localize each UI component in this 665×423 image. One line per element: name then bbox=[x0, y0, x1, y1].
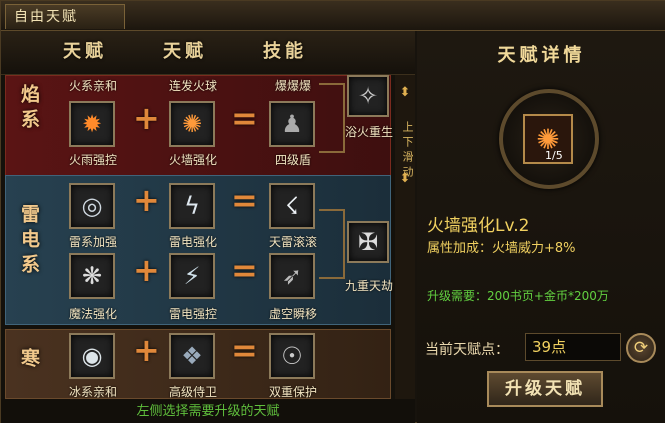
talent-name: 火墙强化Lv.2 bbox=[427, 216, 530, 236]
nine-heaven-skill-slot[interactable]: ✠ bbox=[347, 221, 389, 263]
ice-section-name: 寒 bbox=[18, 348, 40, 373]
emblem-icon: ❖ bbox=[181, 342, 203, 370]
guardian-face-icon: ☉ bbox=[281, 342, 303, 370]
fire-rain-icon: ✹ bbox=[81, 110, 103, 138]
thunder-row2-talent-b[interactable]: 雷电强控 bbox=[153, 305, 233, 322]
fire-row2-talent-a[interactable]: 火雨强控 bbox=[53, 151, 133, 168]
storm-icon: ☇ bbox=[285, 192, 299, 220]
fire-swirl-icon: ✺ bbox=[181, 110, 203, 138]
scroll-up-arrow-icon[interactable]: ⬍ bbox=[397, 85, 413, 101]
equals-icon: = bbox=[231, 251, 258, 289]
talent-window: 自由天赋 天赋 天赋 技能 焰系 火系亲和 连发火球 爆爆爆 ✹ + ✺ = ♟… bbox=[0, 0, 665, 423]
ice-row1-talent-a[interactable]: 冰系亲和 bbox=[53, 383, 133, 400]
senior-guard-talent-slot[interactable]: ❖ bbox=[169, 333, 215, 379]
thunder-strength-talent-slot[interactable]: ϟ bbox=[169, 183, 215, 229]
void-blink-skill-slot[interactable]: ➶ bbox=[269, 253, 315, 299]
fire-row1-talent-a[interactable]: 火系亲和 bbox=[53, 77, 133, 94]
fire-wall-talent-slot[interactable]: ✺ bbox=[169, 101, 215, 147]
refresh-points-button[interactable]: ⟳ bbox=[626, 333, 656, 363]
equals-icon: = bbox=[231, 99, 258, 137]
thunder-row1-talent-a[interactable]: 雷系加强 bbox=[53, 233, 133, 250]
upgrade-requirement: 升级需要：200书页+金币*200万 bbox=[427, 289, 609, 303]
fire-row2-skill[interactable]: 四级盾 bbox=[253, 151, 333, 168]
thunder-row2-skill[interactable]: 虚空瞬移 bbox=[253, 305, 333, 322]
thunder-boost-talent-slot[interactable]: ◎ bbox=[69, 183, 115, 229]
fire-connector bbox=[319, 83, 345, 153]
ice-affinity-talent-slot[interactable]: ◉ bbox=[69, 333, 115, 379]
thunder-row2-talent-a[interactable]: 魔法强化 bbox=[53, 305, 133, 322]
equals-icon: = bbox=[231, 331, 258, 369]
phoenix-icon: ✧ bbox=[357, 82, 379, 110]
plus-icon: + bbox=[133, 181, 160, 219]
talent-points-label: 当前天赋点： bbox=[425, 342, 509, 358]
dash-icon: ➶ bbox=[281, 262, 303, 290]
detail-title: 天赋详情 bbox=[497, 45, 586, 66]
thunder-strike-icon: ⚡ bbox=[183, 262, 201, 290]
double-protect-skill-slot[interactable]: ☉ bbox=[269, 333, 315, 379]
thunder-control-talent-slot[interactable]: ⚡ bbox=[169, 253, 215, 299]
fire-rain-talent-slot[interactable]: ✹ bbox=[69, 101, 115, 147]
burst-icon: ❋ bbox=[81, 262, 103, 290]
talent-points-value: 39点 bbox=[525, 333, 621, 361]
magic-boost-talent-slot[interactable]: ❋ bbox=[69, 253, 115, 299]
fire-row1-talent-b[interactable]: 连发火球 bbox=[153, 77, 233, 94]
silhouette-icon: ♟ bbox=[281, 110, 303, 138]
window-title-tab[interactable]: 自由天赋 bbox=[5, 4, 125, 29]
column-header-skill: 技能 bbox=[263, 41, 307, 62]
ice-row1-talent-b[interactable]: 高级侍卫 bbox=[153, 383, 233, 400]
scroll-down-arrow-icon[interactable]: ⬍ bbox=[397, 171, 413, 187]
frost-ring-icon: ◉ bbox=[81, 342, 103, 370]
thunder-section-name: 雷电系 bbox=[18, 204, 40, 279]
plus-icon: + bbox=[133, 251, 160, 289]
ice-row1-skill[interactable]: 双重保护 bbox=[253, 383, 333, 400]
vortex-icon: ◎ bbox=[81, 192, 103, 220]
thunder-row1-talent-b[interactable]: 雷电强化 bbox=[153, 233, 233, 250]
footer-hint: 左侧选择需要升级的天赋 bbox=[1, 399, 415, 423]
talent-attribute: 属性加成：火墙威力+8% bbox=[427, 241, 576, 256]
thunder-roll-skill-slot[interactable]: ☇ bbox=[269, 183, 315, 229]
talent-level-tag: 1/5 bbox=[545, 149, 563, 162]
equals-icon: = bbox=[231, 181, 258, 219]
refresh-icon: ⟳ bbox=[633, 338, 649, 358]
title-bar: 自由天赋 bbox=[1, 1, 665, 31]
column-header-talent-2: 天赋 bbox=[163, 41, 207, 62]
lightning-icon: ϟ bbox=[184, 192, 200, 220]
talent-detail-panel: 天赋详情 ✺ 1/5 火墙强化Lv.2 属性加成：火墙威力+8% 升级需要：20… bbox=[417, 31, 665, 423]
upgrade-talent-button[interactable]: 升级天赋 bbox=[487, 371, 603, 407]
rune-icon: ✠ bbox=[357, 228, 379, 256]
column-header-talent-1: 天赋 bbox=[63, 41, 107, 62]
thunder-connector bbox=[319, 209, 345, 279]
talent-tree-panel: 天赋 天赋 技能 焰系 火系亲和 连发火球 爆爆爆 ✹ + ✺ = ♟ 火雨强控… bbox=[1, 31, 415, 423]
plus-icon: + bbox=[133, 331, 160, 369]
plus-icon: + bbox=[133, 99, 160, 137]
fire-row2-talent-b[interactable]: 火墙强化 bbox=[153, 151, 233, 168]
shield-skill-slot[interactable]: ♟ bbox=[269, 101, 315, 147]
phoenix-skill-slot[interactable]: ✧ bbox=[347, 75, 389, 117]
fire-section-name: 焰系 bbox=[18, 84, 40, 134]
